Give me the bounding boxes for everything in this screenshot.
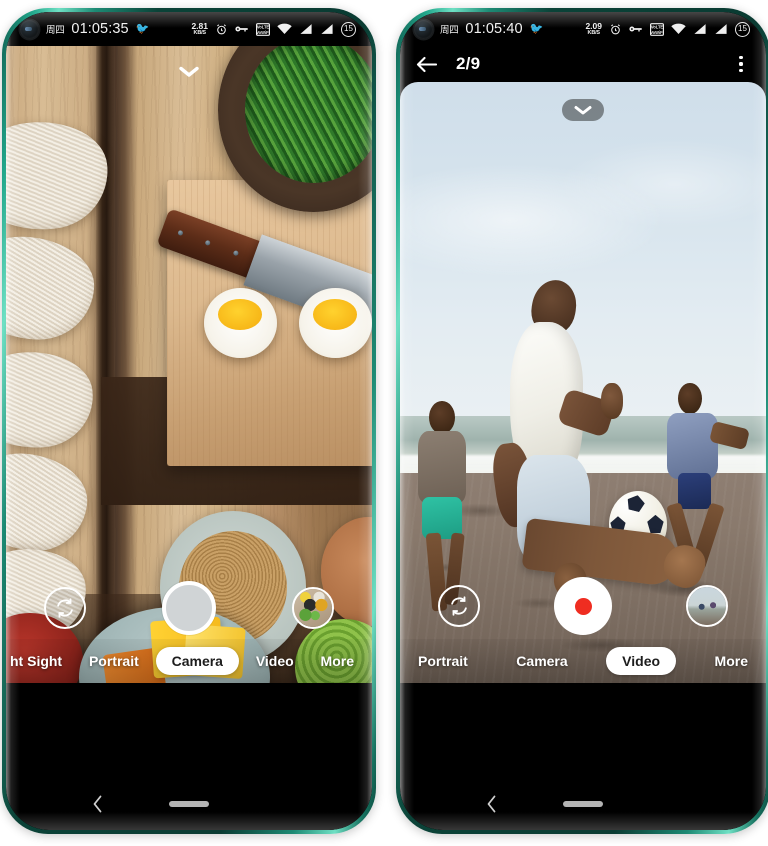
system-nav-bar-right <box>400 778 766 830</box>
status-bar-left: 周四 01:05:35 🐦 2.81 KB/S VoLTE VoWiFi 15 <box>6 12 372 46</box>
camera-viewfinder-right[interactable]: Portrait Camera Video More <box>400 82 766 683</box>
mode-more[interactable]: More <box>705 647 758 675</box>
signal-bars-icon <box>299 23 313 35</box>
status-bar-left-group: 周四 01:05:35 🐦 <box>20 19 150 39</box>
phone-screen-right: 周四 01:05:40 🐦 2.09 KB/S VoLTE VoWiFi 15 … <box>400 12 766 830</box>
camera-mode-bar-left: ht Sight Portrait Camera Video More <box>6 639 372 683</box>
mode-video[interactable]: Video <box>246 647 304 675</box>
camera-flip-icon[interactable] <box>44 587 86 629</box>
status-bar-right: 周四 01:05:40 🐦 2.09 KB/S VoLTE VoWiFi 15 <box>400 12 766 46</box>
last-photo-thumbnail[interactable] <box>686 585 728 627</box>
page-counter: 2/9 <box>456 54 481 73</box>
network-speed-indicator: 2.81 KB/S <box>191 22 208 36</box>
signal-bars-icon <box>714 23 728 35</box>
status-bar-left-group: 周四 01:05:40 🐦 <box>414 19 544 39</box>
mode-more[interactable]: More <box>311 647 364 675</box>
system-nav-bar-left <box>6 778 372 830</box>
network-speed-unit: KB/S <box>193 29 207 36</box>
chevron-down-icon[interactable] <box>172 60 206 82</box>
screenshot-stage: 周四 01:05:35 🐦 2.81 KB/S VoLTE VoWiFi 15 … <box>0 0 768 846</box>
front-camera-punch-hole-icon <box>414 19 433 39</box>
chevron-down-icon[interactable] <box>562 99 604 121</box>
battery-indicator: 15 <box>341 21 356 37</box>
camera-flip-icon[interactable] <box>438 585 480 627</box>
back-chevron-icon[interactable] <box>481 793 503 815</box>
mode-portrait[interactable]: Portrait <box>408 647 478 675</box>
status-day-label: 周四 <box>440 25 459 36</box>
phone-device-right: 周四 01:05:40 🐦 2.09 KB/S VoLTE VoWiFi 15 … <box>396 8 768 834</box>
bird-icon: 🐦 <box>135 22 150 35</box>
wifi-icon <box>671 23 686 35</box>
svg-text:VoWiFi: VoWiFi <box>256 29 269 34</box>
phone-screen-left: 周四 01:05:35 🐦 2.81 KB/S VoLTE VoWiFi 15 … <box>6 12 372 830</box>
mode-portrait[interactable]: Portrait <box>79 647 149 675</box>
last-photo-thumbnail[interactable] <box>292 587 334 629</box>
camera-mode-bar-right: Portrait Camera Video More <box>400 639 766 683</box>
network-speed-unit: KB/S <box>587 29 601 36</box>
mode-camera[interactable]: Camera <box>155 647 239 675</box>
status-clock: 01:05:40 <box>465 21 523 37</box>
volte-vowifi-icon: VoLTE VoWiFi <box>256 22 270 36</box>
status-bar-right-group: 2.09 KB/S VoLTE VoWiFi 15 <box>585 21 750 37</box>
camera-controls-right <box>400 577 766 635</box>
vpn-key-icon <box>235 23 249 35</box>
status-bar-right-group: 2.81 KB/S VoLTE VoWiFi 15 <box>191 21 356 37</box>
volte-vowifi-icon: VoLTE VoWiFi <box>650 22 664 36</box>
signal-bars-icon <box>320 23 334 35</box>
arrow-left-icon[interactable] <box>412 50 440 78</box>
status-day-label: 周四 <box>46 25 65 36</box>
overflow-menu-icon[interactable] <box>730 51 752 77</box>
mode-camera[interactable]: Camera <box>506 647 577 675</box>
front-camera-punch-hole-icon <box>20 19 39 39</box>
signal-bars-icon <box>693 23 707 35</box>
video-record-button[interactable] <box>554 577 612 635</box>
camera-viewfinder-left[interactable]: ht Sight Portrait Camera Video More <box>6 46 372 683</box>
battery-indicator: 15 <box>735 21 750 37</box>
phone-device-left: 周四 01:05:35 🐦 2.81 KB/S VoLTE VoWiFi 15 … <box>2 8 376 834</box>
mode-video[interactable]: Video <box>606 647 677 675</box>
svg-text:VoLTE: VoLTE <box>651 24 664 29</box>
mode-night-sight[interactable]: ht Sight <box>6 647 72 675</box>
alarm-clock-icon <box>609 23 622 36</box>
gallery-header: 2/9 <box>400 46 766 82</box>
home-pill-icon[interactable] <box>563 801 603 807</box>
network-speed-indicator: 2.09 KB/S <box>585 22 602 36</box>
camera-controls-left <box>6 581 372 635</box>
wifi-icon <box>277 23 292 35</box>
status-clock: 01:05:35 <box>71 21 129 37</box>
home-pill-icon[interactable] <box>169 801 209 807</box>
vpn-key-icon <box>629 23 643 35</box>
alarm-clock-icon <box>215 23 228 36</box>
bird-icon: 🐦 <box>529 22 544 35</box>
svg-text:VoWiFi: VoWiFi <box>650 29 663 34</box>
photo-shutter-button[interactable] <box>162 581 216 635</box>
back-chevron-icon[interactable] <box>87 793 109 815</box>
svg-text:VoLTE: VoLTE <box>257 24 270 29</box>
